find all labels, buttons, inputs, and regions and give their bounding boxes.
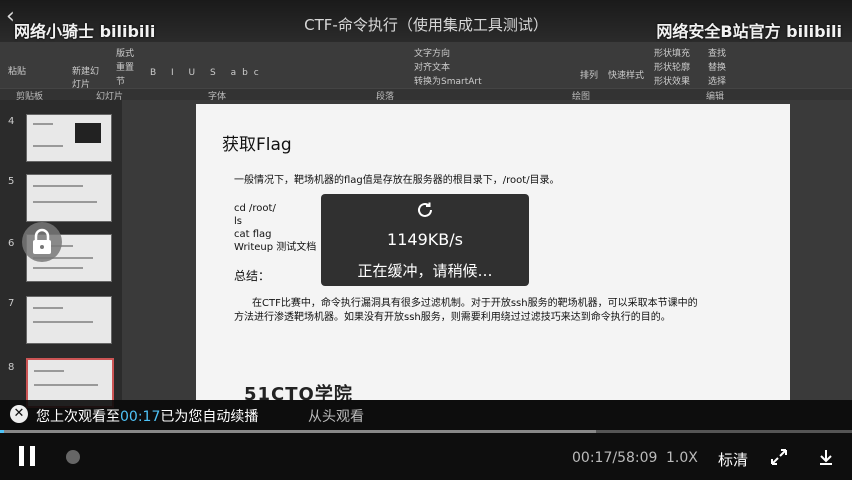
slide-cmd: ls (234, 216, 242, 227)
resume-prefix: 您上次观看至 (36, 409, 120, 425)
scrub-handle[interactable] (66, 450, 80, 464)
ribbon-shape-effects: 形状效果 (654, 77, 691, 87)
thumb-number: 5 (8, 176, 15, 187)
slide-title: 获取Flag (222, 135, 292, 155)
quality-button[interactable]: 标清 (718, 449, 748, 470)
pause-button[interactable] (16, 446, 38, 468)
loading-spinner-icon (418, 202, 432, 217)
ribbon-font-buttons: B I U S abc (150, 68, 265, 78)
ribbon-arrange: 排列 (580, 71, 599, 81)
resume-time: 00:17 (120, 409, 161, 425)
ribbon-reset: 重置 (116, 63, 135, 73)
buffering-overlay: 1149KB/s 正在缓冲，请稍候… (321, 194, 529, 286)
ribbon-text-direction: 文字方向 (414, 49, 451, 59)
download-icon[interactable] (818, 448, 834, 466)
slide-cmd: Writeup 测试文档 (234, 242, 317, 253)
buffer-message: 正在缓冲，请稍候… (357, 262, 493, 280)
ribbon-paste: 粘贴 (8, 67, 27, 77)
thumb-number: 7 (8, 298, 15, 309)
progress-buffered (0, 430, 597, 433)
player-controls: 00:17/58:09 1.0X 标清 (0, 430, 852, 480)
playback-time: 00:17/58:09 (572, 450, 658, 466)
ribbon-find: 查找 (708, 49, 727, 59)
slide-summary-line: 方法进行渗透靶场机器。如果没有开放ssh服务，则需要利用绕过过滤技巧来达到命令执… (234, 312, 671, 323)
slide-cmd: cd /root/ (234, 203, 276, 214)
close-icon[interactable]: ✕ (10, 405, 28, 423)
slide-thumbnail[interactable] (26, 114, 112, 162)
ribbon-select: 选择 (708, 77, 727, 87)
fullscreen-icon[interactable] (770, 448, 788, 466)
slide-text-line: 一般情况下，靶场机器的flag值是存放在服务器的根目录下，/root/目录。 (234, 175, 560, 186)
playback-rate-button[interactable]: 1.0X (666, 450, 698, 466)
slide-summary-line: 在CTF比赛中，命令执行漏洞具有很多过滤机制。对于开放ssh服务的靶场机器，可以… (252, 298, 698, 309)
ribbon-shape-fill: 形状填充 (654, 49, 691, 59)
resume-message: 您上次观看至00:17已为您自动续播 (36, 406, 258, 426)
ribbon-replace: 替换 (708, 63, 727, 73)
resume-suffix: 已为您自动续播 (160, 409, 259, 425)
ribbon-section: 节 (116, 77, 126, 87)
slide-thumbnail[interactable] (26, 296, 112, 344)
screen-lock-button[interactable] (22, 222, 62, 262)
thumb-number: 8 (8, 362, 15, 373)
replay-from-start-button[interactable]: 从头观看 (308, 406, 364, 426)
thumb-number: 6 (8, 238, 15, 249)
lock-icon (33, 228, 51, 254)
slide-cmd: cat flag (234, 229, 272, 240)
ribbon-smartart: 转换为SmartArt (414, 77, 482, 87)
watermark-right: 网络安全B站官方 bilibili (656, 22, 842, 41)
slide-thumbnail[interactable] (26, 174, 112, 222)
ribbon-align-text: 对齐文本 (414, 63, 451, 73)
ribbon-shape-outline: 形状轮廓 (654, 63, 691, 73)
buffer-speed: 1149KB/s (387, 230, 463, 249)
ribbon-layout: 版式 (116, 49, 135, 59)
progress-played (0, 430, 5, 433)
pause-icon (19, 446, 24, 466)
ribbon-new-slide: 新建幻灯片 (72, 67, 100, 90)
thumb-number: 4 (8, 116, 15, 127)
resume-playback-bar: ✕ 您上次观看至00:17已为您自动续播 从头观看 (0, 400, 852, 430)
ribbon-quick-styles: 快速样式 (608, 71, 645, 81)
slide-summary-label: 总结： (234, 269, 271, 283)
